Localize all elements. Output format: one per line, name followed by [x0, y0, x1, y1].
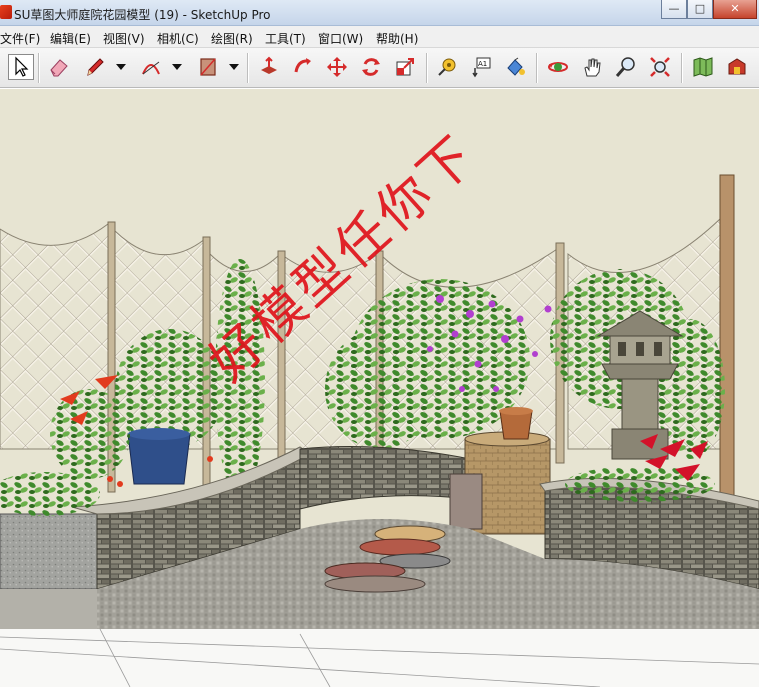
terracotta-pot	[499, 410, 533, 440]
menu-view[interactable]: 视图(V)	[103, 30, 145, 47]
granite-block	[0, 513, 98, 590]
tall-wooden-post	[719, 174, 735, 506]
toolbar-separator	[247, 53, 249, 83]
menu-help[interactable]: 帮助(H)	[376, 30, 418, 47]
arc-tool-dropdown[interactable]	[171, 54, 183, 80]
line-tool-dropdown[interactable]	[115, 54, 127, 80]
select-arrow-icon[interactable]	[8, 54, 34, 80]
maximize-button[interactable]: □	[687, 0, 713, 19]
ground-plane	[0, 629, 759, 687]
back-stone-wall	[299, 446, 471, 510]
text-icon[interactable]: A1	[468, 54, 494, 80]
title-bar: SU草图大师庭院花园模型 (19) - SketchUp Pro — □ ✕	[0, 0, 759, 26]
sketchup-app-icon	[0, 5, 12, 19]
toolbar-separator	[426, 53, 428, 83]
toolbar-separator	[536, 53, 538, 83]
push-pull-icon[interactable]	[256, 54, 282, 80]
pan-hand-icon[interactable]	[579, 54, 605, 80]
blue-ceramic-pot	[127, 433, 191, 485]
close-button[interactable]: ✕	[713, 0, 757, 19]
shape-tool-dropdown[interactable]	[228, 54, 240, 80]
follow-me-icon[interactable]	[290, 54, 316, 80]
climbing-vine	[325, 329, 435, 449]
map-icon[interactable]	[690, 54, 716, 80]
move-icon[interactable]	[324, 54, 350, 80]
main-toolbar: A1	[0, 48, 759, 88]
orbit-icon[interactable]	[545, 54, 571, 80]
rectangle-icon[interactable]	[195, 54, 221, 80]
menu-window[interactable]: 窗口(W)	[318, 30, 363, 47]
text-tool-label: A1	[478, 60, 487, 68]
zoom-extents-icon[interactable]	[647, 54, 673, 80]
pencil-line-icon[interactable]	[82, 54, 108, 80]
paint-bucket-icon[interactable]	[502, 54, 528, 80]
pot-rim	[128, 428, 190, 440]
menu-edit[interactable]: 编辑(E)	[50, 30, 91, 47]
window-title: SU草图大师庭院花园模型 (19) - SketchUp Pro	[14, 8, 271, 22]
minimize-button[interactable]: —	[661, 0, 687, 19]
stone-block	[449, 473, 483, 530]
eraser-icon[interactable]	[46, 54, 72, 80]
scale-icon[interactable]	[392, 54, 418, 80]
menu-tools[interactable]: 工具(T)	[265, 30, 306, 47]
paving-edge	[0, 589, 97, 629]
toolbar-separator	[681, 53, 683, 83]
extension-warehouse-icon[interactable]	[724, 54, 750, 80]
pot-rim	[499, 407, 533, 415]
rotate-icon[interactable]	[358, 54, 384, 80]
menu-file[interactable]: 文件(F)	[0, 30, 40, 47]
menu-bar: 文件(F) 编辑(E) 视图(V) 相机(C) 绘图(R) 工具(T) 窗口(W…	[0, 26, 759, 48]
bird-of-paradise	[50, 389, 130, 479]
model-viewport[interactable]: 好模型任你下	[0, 89, 759, 687]
menu-camera[interactable]: 相机(C)	[157, 30, 199, 47]
toolbar-separator	[38, 53, 40, 83]
zoom-icon[interactable]	[613, 54, 639, 80]
arc-icon[interactable]	[138, 54, 164, 80]
tape-measure-icon[interactable]	[434, 54, 460, 80]
menu-draw[interactable]: 绘图(R)	[211, 30, 253, 47]
